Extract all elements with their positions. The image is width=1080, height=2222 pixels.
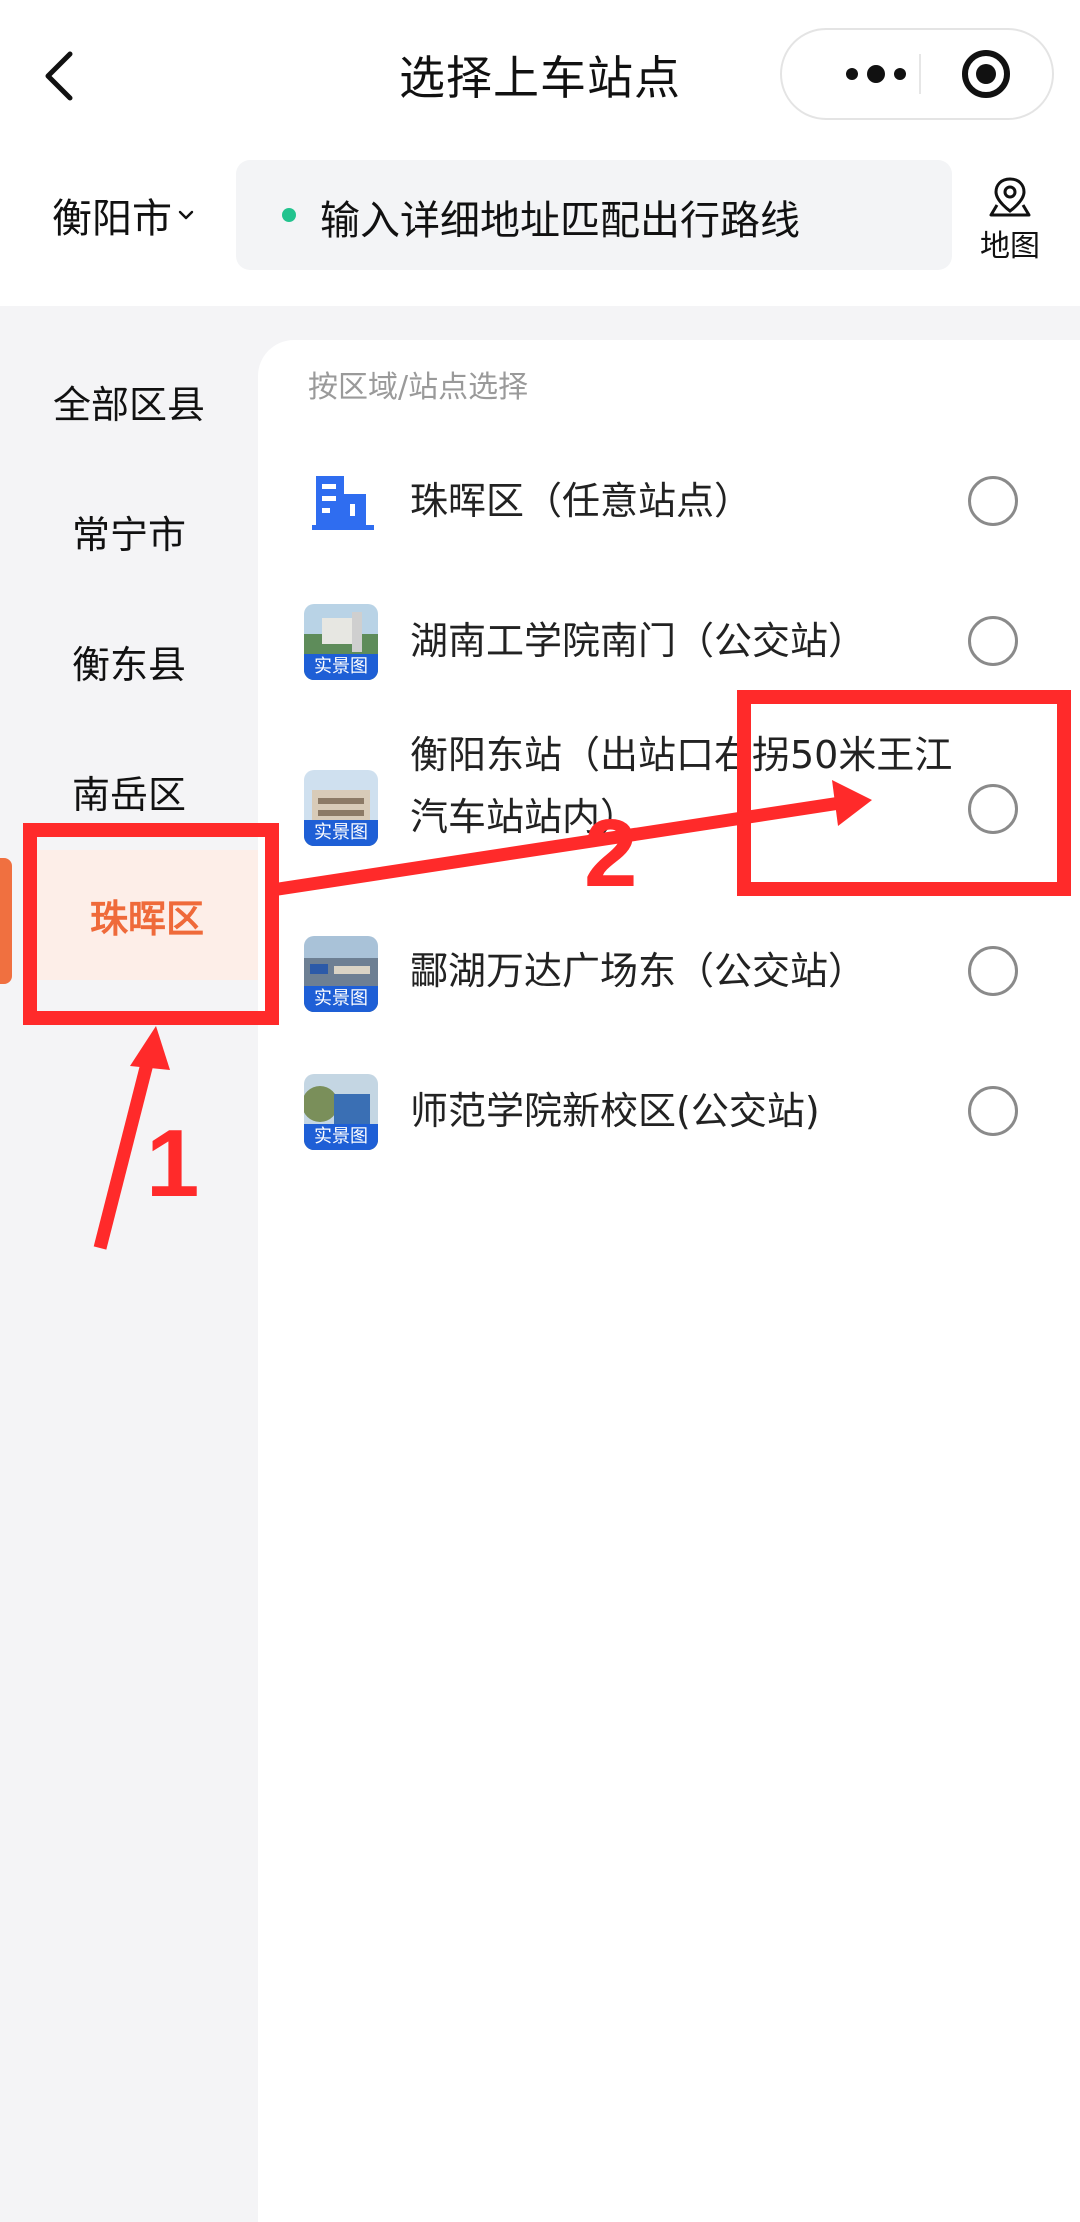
sidebar-item-label: 常宁市	[71, 512, 186, 557]
more-button[interactable]	[816, 30, 936, 118]
station-photo[interactable]: 实景图	[304, 936, 378, 1012]
station-photo[interactable]: 实景图	[304, 770, 378, 846]
content-area: 全部区县 常宁市 衡东县 南岳区 珠晖区 按区域/站点选择 珠晖区（任意站点） …	[0, 306, 1080, 2222]
sidebar-item-all[interactable]: 全部区县	[0, 346, 258, 456]
station-name: 珠晖区（任意站点）	[410, 479, 753, 523]
station-radio[interactable]	[968, 1086, 1018, 1136]
chevron-down-icon	[178, 210, 194, 220]
live-view-tag: 实景图	[304, 820, 378, 846]
map-button[interactable]: 地图	[970, 175, 1050, 265]
station-row[interactable]: 实景图 衡阳东站（出站口右拐50米王江汽车站站内）	[258, 720, 1080, 900]
address-search-input[interactable]: 输入详细地址匹配出行路线	[236, 160, 952, 270]
station-photo[interactable]: 实景图	[304, 604, 378, 680]
sidebar-item-label: 衡东县	[71, 642, 186, 687]
sidebar-item-zhuhui[interactable]: 珠晖区	[36, 850, 258, 980]
station-radio[interactable]	[968, 616, 1018, 666]
district-sidebar: 全部区县 常宁市 衡东县 南岳区 珠晖区	[0, 306, 258, 2222]
green-dot-icon	[282, 208, 296, 222]
more-dots-icon	[846, 65, 906, 83]
active-indicator	[0, 858, 12, 984]
sidebar-item-label: 珠晖区	[89, 896, 204, 941]
station-radio[interactable]	[968, 784, 1018, 834]
station-name: 湖南工学院南门（公交站）	[410, 619, 867, 663]
mini-program-capsule	[780, 28, 1054, 120]
sidebar-item-nanyue[interactable]: 南岳区	[0, 736, 258, 846]
station-row[interactable]: 实景图 师范学院新校区(公交站)	[258, 1050, 1080, 1180]
station-panel: 按区域/站点选择 珠晖区（任意站点） 实景图 湖南工学院南门（公交站） 实景图 …	[258, 340, 1080, 2222]
close-mini-program-button[interactable]	[960, 48, 1012, 100]
station-name: 师范学院新校区(公交站)	[410, 1089, 820, 1133]
sidebar-item-changning[interactable]: 常宁市	[0, 476, 258, 586]
city-label: 衡阳市	[52, 196, 172, 242]
sidebar-item-hengdong[interactable]: 衡东县	[0, 606, 258, 716]
map-label: 地图	[980, 229, 1040, 264]
station-row[interactable]: 珠晖区（任意站点）	[258, 440, 1080, 570]
map-pin-icon	[989, 177, 1031, 217]
search-placeholder: 输入详细地址匹配出行路线	[320, 198, 800, 244]
live-view-tag: 实景图	[304, 1124, 378, 1150]
station-radio[interactable]	[968, 946, 1018, 996]
station-photo[interactable]: 实景图	[304, 1074, 378, 1150]
station-name: 酃湖万达广场东（公交站）	[410, 949, 867, 993]
target-circle-icon	[962, 50, 1010, 98]
live-view-tag: 实景图	[304, 654, 378, 680]
section-label: 按区域/站点选择	[308, 370, 529, 405]
station-row[interactable]: 实景图 酃湖万达广场东（公交站）	[258, 910, 1080, 1040]
live-view-tag: 实景图	[304, 986, 378, 1012]
station-radio[interactable]	[968, 476, 1018, 526]
station-name: 衡阳东站（出站口右拐50米王江汽车站站内）	[410, 733, 953, 839]
district-building-icon	[312, 476, 374, 530]
sidebar-item-label: 全部区县	[52, 382, 205, 427]
nav-bar: 选择上车站点	[0, 0, 1080, 150]
station-row[interactable]: 实景图 湖南工学院南门（公交站）	[258, 580, 1080, 710]
capsule-divider	[919, 54, 921, 94]
sidebar-item-label: 南岳区	[71, 772, 186, 817]
city-selector[interactable]: 衡阳市	[52, 185, 196, 245]
